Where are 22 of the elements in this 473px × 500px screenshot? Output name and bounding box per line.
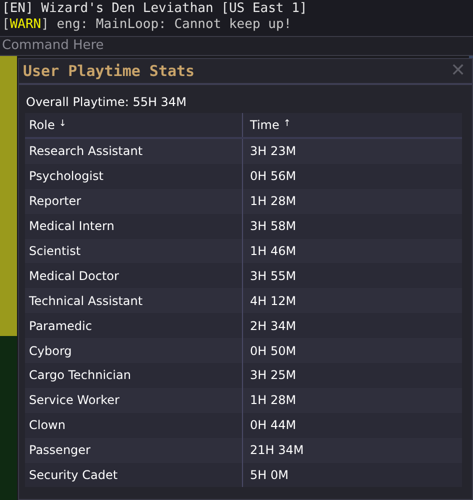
table-cell-text: 5H 0M (249, 467, 290, 484)
window-title: User Playtime Stats (23, 60, 195, 82)
table-cell-text: 0H 56M (249, 168, 298, 186)
column-header[interactable]: Role ↓ (25, 113, 243, 137)
table-cell: Security Cadet (25, 462, 243, 488)
table-cell-text: 0H 50M (249, 342, 298, 360)
table-cell-text: 2H 34M (249, 318, 298, 335)
table-cell-text: 21H 34M (249, 442, 305, 460)
console-line: [WARN] eng: MainLoop: Cannot keep up! (2, 17, 293, 33)
table-cell-text: 1H 28M (249, 193, 298, 210)
table-cell-text: 4H 12M (249, 292, 298, 310)
table-cell-text: 3H 25M (249, 367, 298, 384)
table-cell-text: 3H 55M (249, 268, 298, 285)
table-cell-text: 1H 46M (249, 243, 298, 260)
column-header[interactable]: Time ↑ (243, 113, 462, 137)
table-cell-text: 0H 44M (249, 417, 298, 434)
table-cell-text: 3H 23M (249, 143, 298, 160)
console-line: [EN] Wizard's Den Leviathan [US East 1] (2, 1, 308, 17)
table-cell-text: 3H 58M (249, 218, 298, 236)
overall-playtime: Overall Playtime: 55H 34M (25, 94, 188, 111)
command-field[interactable]: Command Here (0, 36, 473, 56)
table-cell-text: 1H 28M (249, 392, 298, 410)
